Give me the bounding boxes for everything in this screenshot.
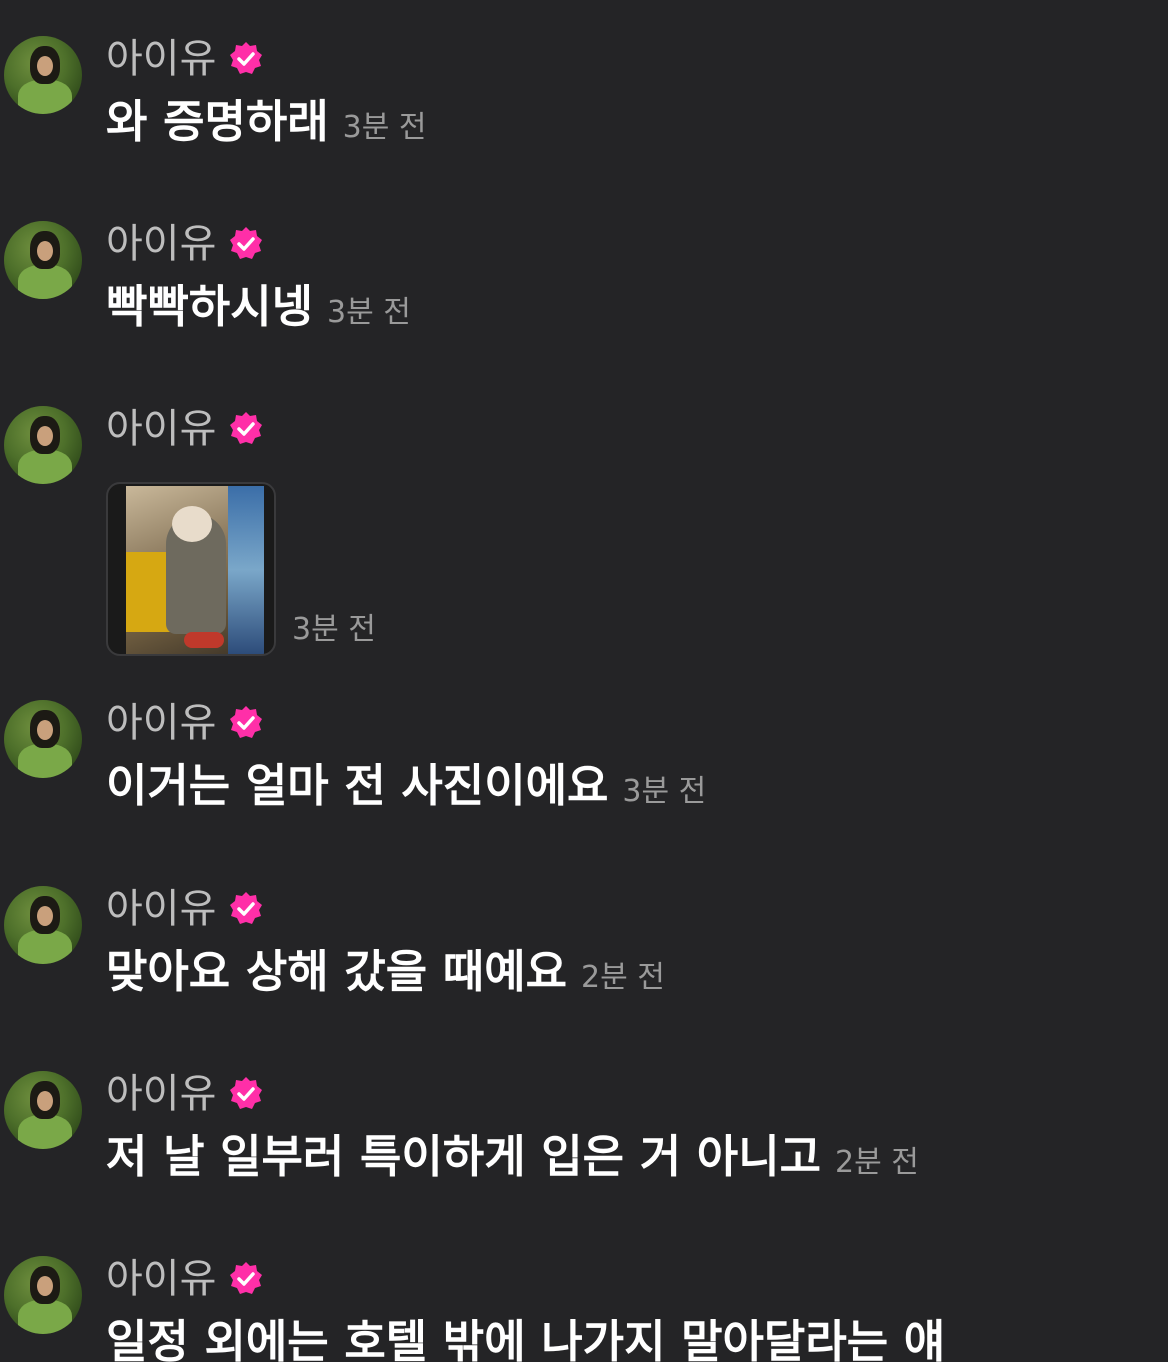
avatar[interactable] [4, 1071, 82, 1149]
message-row: 이거는 얼마 전 사진이에요 3분 전 [106, 758, 706, 814]
message-text: 일정 외에는 호텔 밖에 나가지 말아달라는 얘 [106, 1315, 946, 1362]
avatar[interactable] [4, 886, 82, 964]
message-timestamp: 3분 전 [622, 774, 707, 809]
sender-name[interactable]: 아이유 [106, 1256, 216, 1302]
message-text: 저 날 일부러 특이하게 입은 거 아니고 [106, 1130, 822, 1183]
verified-badge-icon [230, 42, 263, 74]
avatar[interactable] [4, 700, 82, 778]
sender-row: 아이유 [106, 1071, 264, 1117]
sender-row: 아이유 [106, 886, 264, 932]
message-text: 맞아요 상해 갔을 때예요 [106, 945, 568, 998]
message-row: 와 증명하래 3분 전 [106, 94, 427, 150]
message-timestamp: 3분 전 [327, 295, 411, 330]
chat-message-list[interactable]: 아이유 와 증명하래 3분 전 아이유 빡빡하시넹 3분 전 아이유 3분 전 … [0, 0, 1168, 1362]
verified-badge-icon [230, 227, 263, 259]
message-text: 와 증명하래 [106, 95, 329, 148]
sender-row: 아이유 [106, 406, 264, 452]
message-row: 저 날 일부러 특이하게 입은 거 아니고 2분 전 [106, 1129, 919, 1185]
message-row: 일정 외에는 호텔 밖에 나가지 말아달라는 얘 [106, 1314, 959, 1362]
verified-badge-icon [230, 1077, 263, 1109]
verified-badge-icon [230, 1262, 263, 1294]
avatar[interactable] [4, 406, 82, 484]
sender-name[interactable]: 아이유 [106, 406, 216, 452]
sender-row: 아이유 [106, 700, 264, 746]
message-row: 맞아요 상해 갔을 때예요 2분 전 [106, 944, 665, 1000]
message-timestamp: 2분 전 [581, 960, 665, 995]
message-row: 빡빡하시넹 3분 전 [106, 279, 411, 335]
sender-row: 아이유 [106, 221, 264, 267]
sender-name[interactable]: 아이유 [106, 221, 216, 267]
verified-badge-icon [230, 892, 263, 924]
sender-name[interactable]: 아이유 [106, 700, 216, 746]
message-timestamp: 2분 전 [835, 1145, 919, 1180]
photo-thumbnail[interactable] [106, 482, 276, 656]
message-timestamp: 3분 전 [342, 110, 427, 145]
sender-name[interactable]: 아이유 [106, 36, 216, 82]
message-timestamp: 3분 전 [292, 612, 376, 647]
avatar[interactable] [4, 36, 82, 114]
avatar[interactable] [4, 1256, 82, 1334]
message-text: 빡빡하시넹 [106, 280, 314, 333]
sender-row: 아이유 [106, 36, 264, 82]
sender-row: 아이유 [106, 1256, 264, 1302]
message-text: 이거는 얼마 전 사진이에요 [106, 759, 609, 812]
verified-badge-icon [230, 706, 263, 738]
avatar[interactable] [4, 221, 82, 299]
sender-name[interactable]: 아이유 [106, 1071, 216, 1117]
sender-name[interactable]: 아이유 [106, 886, 216, 932]
verified-badge-icon [230, 412, 263, 444]
